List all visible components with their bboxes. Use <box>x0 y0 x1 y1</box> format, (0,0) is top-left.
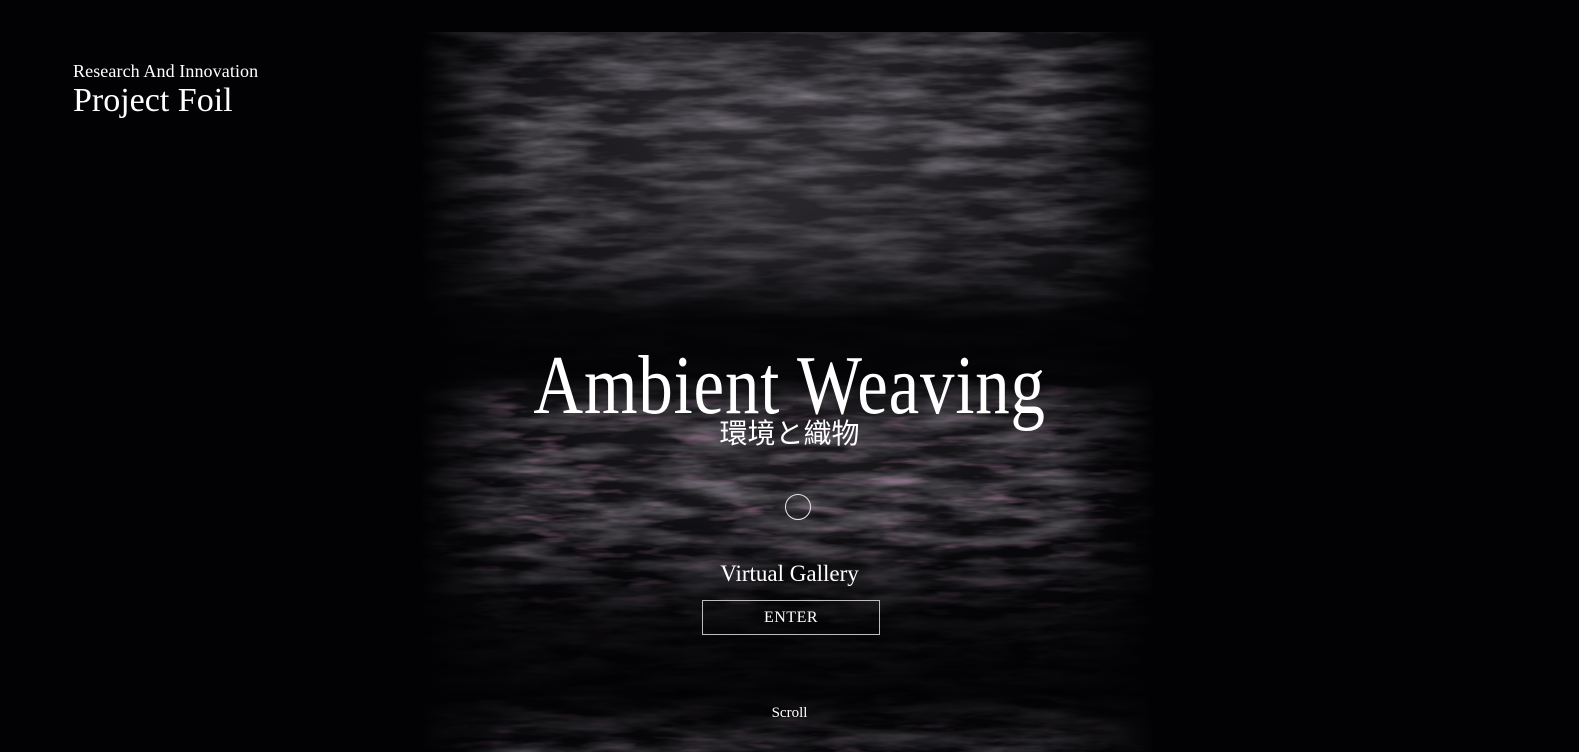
landing-page: Research And Innovation Project Foil Amb… <box>0 0 1579 752</box>
brand-block[interactable]: Research And Innovation Project Foil <box>73 60 258 120</box>
virtual-gallery-label: Virtual Gallery <box>720 561 859 586</box>
enter-button[interactable]: ENTER <box>702 600 880 635</box>
scroll-indicator[interactable]: Scroll <box>0 703 1579 723</box>
hero-subtitle-japanese: 環境と織物 <box>719 417 860 450</box>
circle-icon <box>785 494 811 520</box>
brand-title: Project Foil <box>73 82 233 119</box>
brand-subtitle: Research And Innovation <box>73 61 259 81</box>
